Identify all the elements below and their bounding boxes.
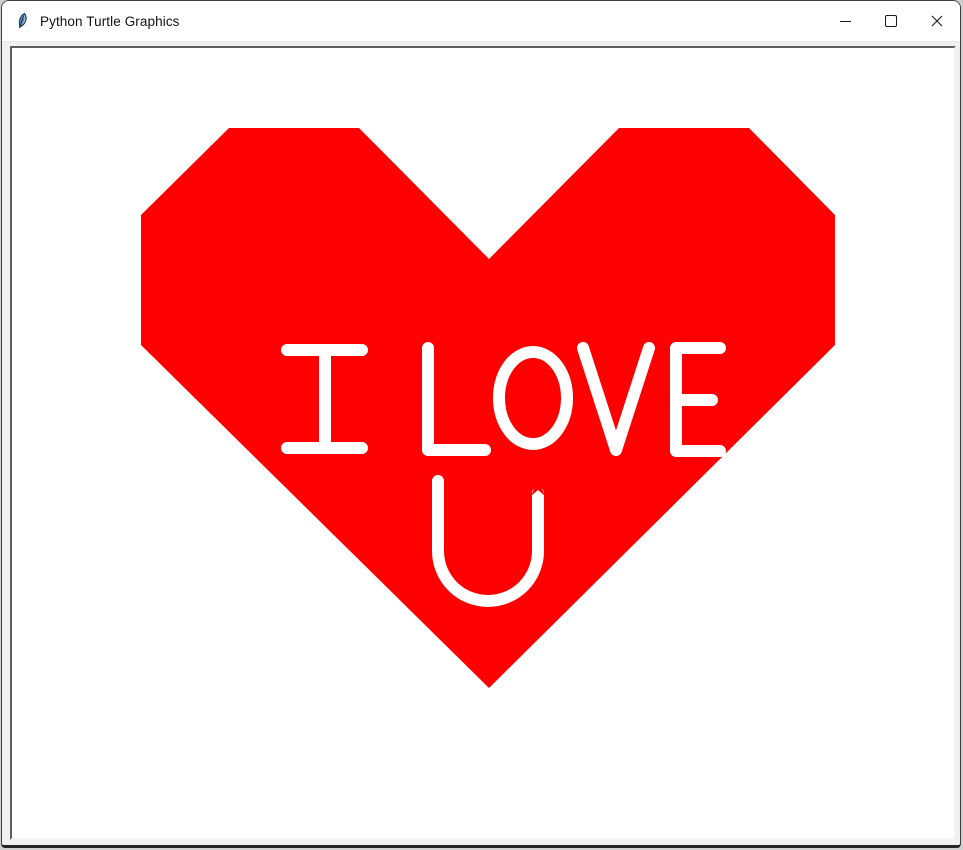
maximize-icon bbox=[885, 15, 897, 27]
turtle-drawing bbox=[12, 48, 954, 838]
turtle-graphics-window: Python Turtle Graphics bbox=[1, 0, 961, 848]
tk-feather-icon bbox=[13, 12, 31, 30]
window-title: Python Turtle Graphics bbox=[40, 14, 180, 29]
close-button[interactable] bbox=[914, 1, 960, 41]
close-icon bbox=[931, 15, 943, 27]
minimize-icon bbox=[840, 21, 851, 22]
title-bar: Python Turtle Graphics bbox=[2, 1, 960, 42]
minimize-button[interactable] bbox=[822, 1, 868, 41]
maximize-button[interactable] bbox=[868, 1, 914, 41]
turtle-canvas[interactable] bbox=[10, 46, 956, 840]
